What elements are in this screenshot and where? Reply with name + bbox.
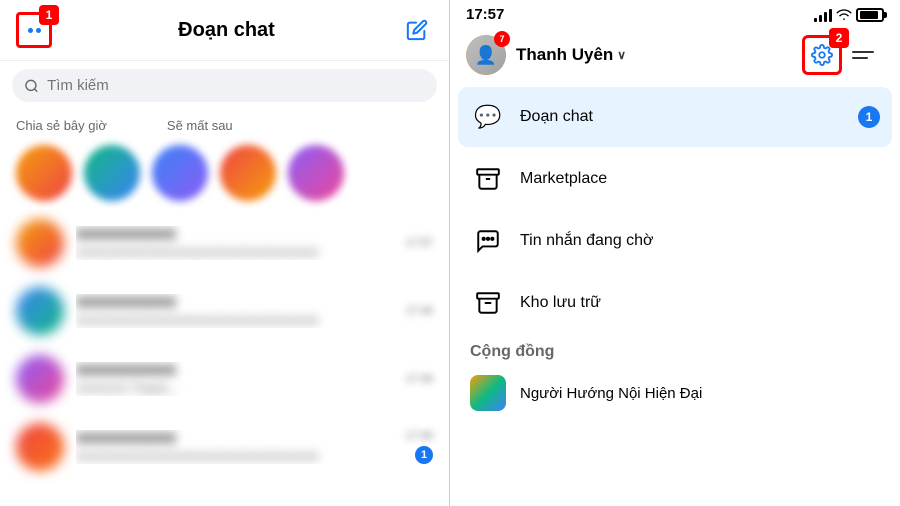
chat-meta: 17:46 1 <box>405 430 433 464</box>
community-item[interactable]: Người Hướng Nội Hiện Đại <box>458 365 892 421</box>
chat-list: XXXXXXXXXX XXXXXXXXXXXXXXXXXXXXXXXXXXXX … <box>0 209 449 506</box>
hamburger-menu-button[interactable]: 1 <box>16 12 52 48</box>
chat-avatar <box>16 423 64 471</box>
chat-info: XXXXXXXXXX XXXXXX Thành... <box>76 362 393 396</box>
chat-info: XXXXXXXXXX XXXXXXXXXXXXXXXXXXXXXXXXXXXX <box>76 226 393 260</box>
user-name-row[interactable]: Thanh Uyên ∨ <box>516 45 626 65</box>
nav-item-kho-luu-tru[interactable]: Kho lưu trữ <box>458 273 892 333</box>
chat-preview: XXXXXXXXXXXXXXXXXXXXXXXXXXXX <box>76 245 393 260</box>
search-bar[interactable] <box>12 69 437 102</box>
chat-item[interactable]: XXXXXXXXXX XXXXXXXXXXXXXXXXXXXXXXXXXXXX … <box>0 209 449 277</box>
story-circle-5[interactable] <box>288 145 344 201</box>
story-circle-4[interactable] <box>220 145 276 201</box>
chat-item[interactable]: XXXXXXXXXX XXXXXX Thành... 17:46 <box>0 345 449 413</box>
label-2-badge: 2 <box>829 28 849 48</box>
compose-button[interactable] <box>401 14 433 46</box>
story-label-expire: Sẽ mất sau <box>167 118 233 133</box>
left-header: 1 Đoạn chat <box>0 0 449 61</box>
chat-avatar <box>16 287 64 335</box>
user-name: Thanh Uyên <box>516 45 613 65</box>
header-right-icons: 2 <box>802 35 884 75</box>
left-panel: 1 Đoạn chat Chia sẻ bây giờ Sẽ mất sau <box>0 0 450 506</box>
chat-time: 17:46 <box>405 430 433 442</box>
story-label-share: Chia sẻ bây giờ <box>16 118 107 133</box>
right-panel: 17:57 👤 <box>450 0 900 506</box>
nav-label-doan-chat: Đoạn chat <box>520 108 844 126</box>
chat-preview: XXXXXX Thành... <box>76 381 393 396</box>
nav-item-tin-nhan[interactable]: Tin nhắn đang chờ <box>458 211 892 271</box>
status-bar: 17:57 <box>450 0 900 27</box>
search-input[interactable] <box>47 77 425 94</box>
battery-icon <box>856 8 884 22</box>
chat-name: XXXXXXXXXX <box>76 226 393 243</box>
section-community-label: Cộng đồng <box>458 335 892 365</box>
chat-info: XXXXXXXXXX XXXXXXXXXXXXXXXXXXXXXXXXXXXX <box>76 294 393 328</box>
chevron-down-icon: ∨ <box>617 48 626 62</box>
chat-name: XXXXXXXXXX <box>76 430 393 447</box>
menu-icon <box>28 28 41 33</box>
chat-meta: 17:46 <box>405 373 433 385</box>
nav-label-tin-nhan: Tin nhắn đang chờ <box>520 232 880 250</box>
status-time: 17:57 <box>466 6 504 23</box>
user-header: 👤 7 Thanh Uyên ∨ 2 <box>450 27 900 87</box>
nav-label-marketplace: Marketplace <box>520 170 880 188</box>
story-row <box>0 137 449 209</box>
wifi-icon <box>836 8 852 22</box>
chat-avatar <box>16 355 64 403</box>
chat-avatar <box>16 219 64 267</box>
chat-time: 17:46 <box>405 373 433 385</box>
archive-icon <box>470 285 506 321</box>
chat-info: XXXXXXXXXX XXXXXXXXXXXXXXXXXXXXXXXXXXXX <box>76 430 393 464</box>
chat-time: 17:57 <box>405 237 433 249</box>
gear-icon <box>811 44 833 66</box>
chat-icon: 💬 <box>470 99 506 135</box>
page-title: Đoạn chat <box>178 19 275 42</box>
chat-name: XXXXXXXXXX <box>76 362 393 379</box>
chat-meta: 17:57 <box>405 237 433 249</box>
story-circle-3[interactable] <box>152 145 208 201</box>
story-circle-1[interactable] <box>16 145 72 201</box>
chat-time: 17:46 <box>405 305 433 317</box>
more-menu-button[interactable] <box>852 39 884 71</box>
story-labels-row: Chia sẻ bây giờ Sẽ mất sau <box>0 110 449 137</box>
avatar-container: 👤 7 <box>466 35 506 75</box>
settings-button[interactable]: 2 <box>802 35 842 75</box>
chat-name: XXXXXXXXXX <box>76 294 393 311</box>
chat-meta: 17:46 <box>405 305 433 317</box>
chat-item[interactable]: XXXXXXXXXX XXXXXXXXXXXXXXXXXXXXXXXXXXXX … <box>0 413 449 481</box>
doan-chat-badge: 1 <box>858 106 880 128</box>
unread-badge: 1 <box>415 446 433 464</box>
nav-label-kho-luu-tru: Kho lưu trữ <box>520 294 880 312</box>
user-info: 👤 7 Thanh Uyên ∨ <box>466 35 626 75</box>
search-icon <box>24 78 39 94</box>
chat-item[interactable]: XXXXXXXXXX XXXXXXXXXXXXXXXXXXXXXXXXXXXX … <box>0 277 449 345</box>
pending-message-icon <box>470 223 506 259</box>
chat-preview: XXXXXXXXXXXXXXXXXXXXXXXXXXXX <box>76 313 393 328</box>
signal-icon <box>814 8 832 22</box>
nav-menu: 💬 Đoạn chat 1 Marketplace <box>450 87 900 506</box>
community-avatar <box>470 375 506 411</box>
status-icons <box>814 8 884 22</box>
community-item-label: Người Hướng Nội Hiện Đại <box>520 385 702 402</box>
nav-item-marketplace[interactable]: Marketplace <box>458 149 892 209</box>
nav-item-doan-chat[interactable]: 💬 Đoạn chat 1 <box>458 87 892 147</box>
story-circle-2[interactable] <box>84 145 140 201</box>
avatar-badge: 7 <box>494 31 510 47</box>
label-1-badge: 1 <box>39 5 59 25</box>
marketplace-icon <box>470 161 506 197</box>
chat-preview: XXXXXXXXXXXXXXXXXXXXXXXXXXXX <box>76 449 393 464</box>
